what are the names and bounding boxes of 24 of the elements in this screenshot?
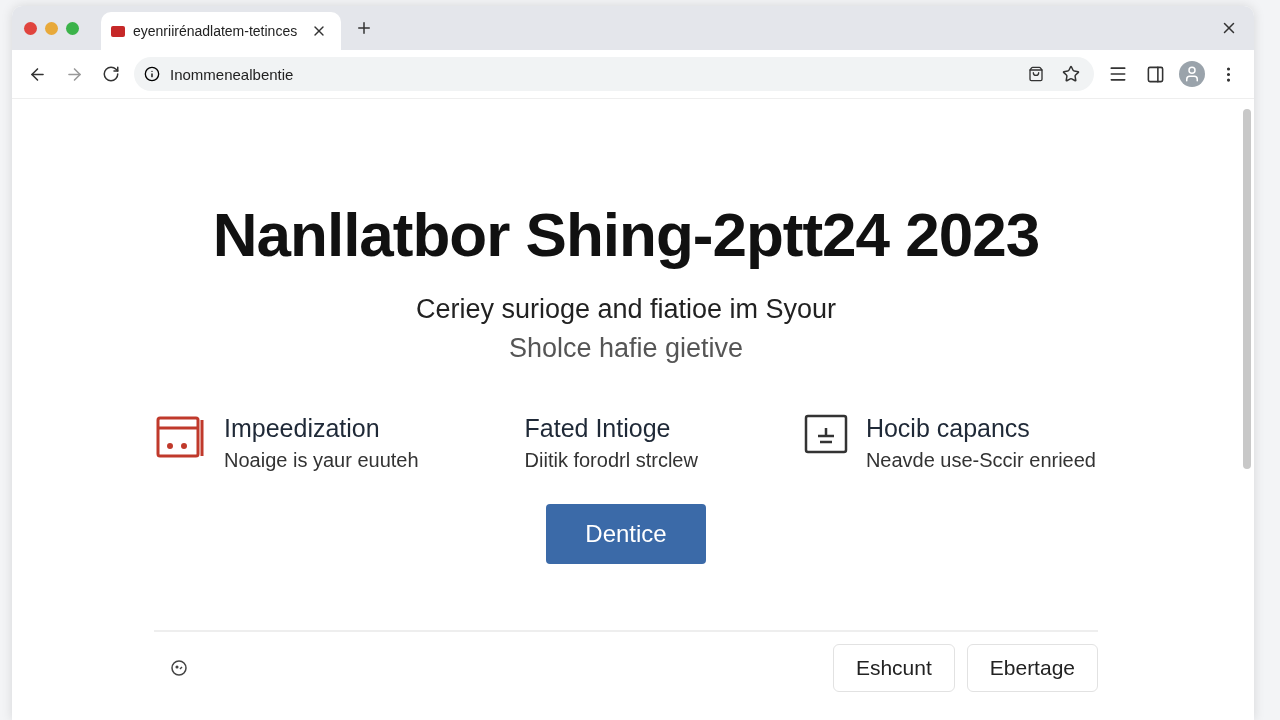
feature-title: Impeedization xyxy=(224,414,381,443)
calendar-icon xyxy=(156,414,206,460)
scrollbar-thumb[interactable] xyxy=(1243,109,1251,469)
site-info-icon[interactable] xyxy=(144,66,160,82)
feature-description: Diitik forodrl strclew xyxy=(524,449,698,472)
favicon-icon xyxy=(111,25,125,37)
feature-description: Neavde use-Sccir enrieed xyxy=(865,449,1096,472)
tab-title: eyenriirénadlatem-tetinces xyxy=(133,23,299,39)
feature-title: Hocib capancs xyxy=(865,414,1031,443)
feature-title: Fated Intioge xyxy=(524,414,672,443)
tagline: Sholce hafie gietive xyxy=(508,333,744,364)
primary-button[interactable]: Dentice xyxy=(546,504,706,564)
url-text: Inommenealbentie xyxy=(170,65,295,83)
footer-button[interactable]: Eshcunt xyxy=(832,644,955,692)
address-bar[interactable]: Inommenealbentie xyxy=(134,57,1094,91)
subtitle: Ceriey surioge and fiatioe im Syour xyxy=(415,294,837,325)
page-heading: Nanllatbor Shing-2ptt24 2023 xyxy=(212,199,1040,270)
smiley-icon[interactable] xyxy=(170,659,188,677)
avatar-icon[interactable] xyxy=(1179,61,1205,87)
feature-description: Noaige is yaur euuteh xyxy=(224,449,419,472)
monitor-icon xyxy=(803,414,848,454)
browser-tab[interactable]: eyenriirénadlatem-tetinces xyxy=(101,12,341,50)
footer-button[interactable]: Ebertage xyxy=(966,644,1098,692)
close-light-icon[interactable] xyxy=(24,21,37,35)
